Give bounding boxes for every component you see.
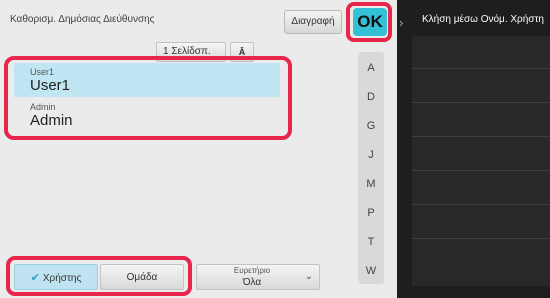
list-divider [412,136,550,137]
ok-highlight-frame [346,2,392,42]
index-letter-p[interactable]: P [358,207,384,219]
chevron-down-icon: ⌄ [304,271,313,282]
index-letter-m[interactable]: M [358,178,384,190]
index-letter-d[interactable]: D [358,91,384,103]
list-divider [412,238,550,239]
index-select-value: Όλα [242,277,262,288]
list-divider [412,170,550,171]
right-panel-list [412,36,550,286]
right-panel-title: Κλήση μέσω Ονόμ. Χρήστη [422,14,544,25]
index-select[interactable]: Ευρετήριο Όλα ⌄ [196,264,320,290]
index-letter-g[interactable]: G [358,120,384,132]
chevron-right-icon[interactable]: › [399,15,403,30]
list-divider [412,102,550,103]
tabs-highlight-frame [6,256,192,296]
index-letter-a[interactable]: A [358,62,384,74]
delete-button[interactable]: Διαγραφή [284,10,342,34]
list-highlight-frame [4,56,292,140]
index-letter-w[interactable]: W [358,265,384,277]
list-divider [412,204,550,205]
page-title: Καθορισμ. Δημόσιας Διεύθυνσης [10,14,155,25]
index-letter-j[interactable]: J [358,149,384,161]
list-divider [412,68,550,69]
index-select-label: Ευρετήριο [233,266,271,275]
alphabet-index: A D G J M P T W [358,52,384,284]
main-panel: Καθορισμ. Δημόσιας Διεύθυνσης Διαγραφή O… [0,0,397,298]
index-letter-t[interactable]: T [358,236,384,248]
